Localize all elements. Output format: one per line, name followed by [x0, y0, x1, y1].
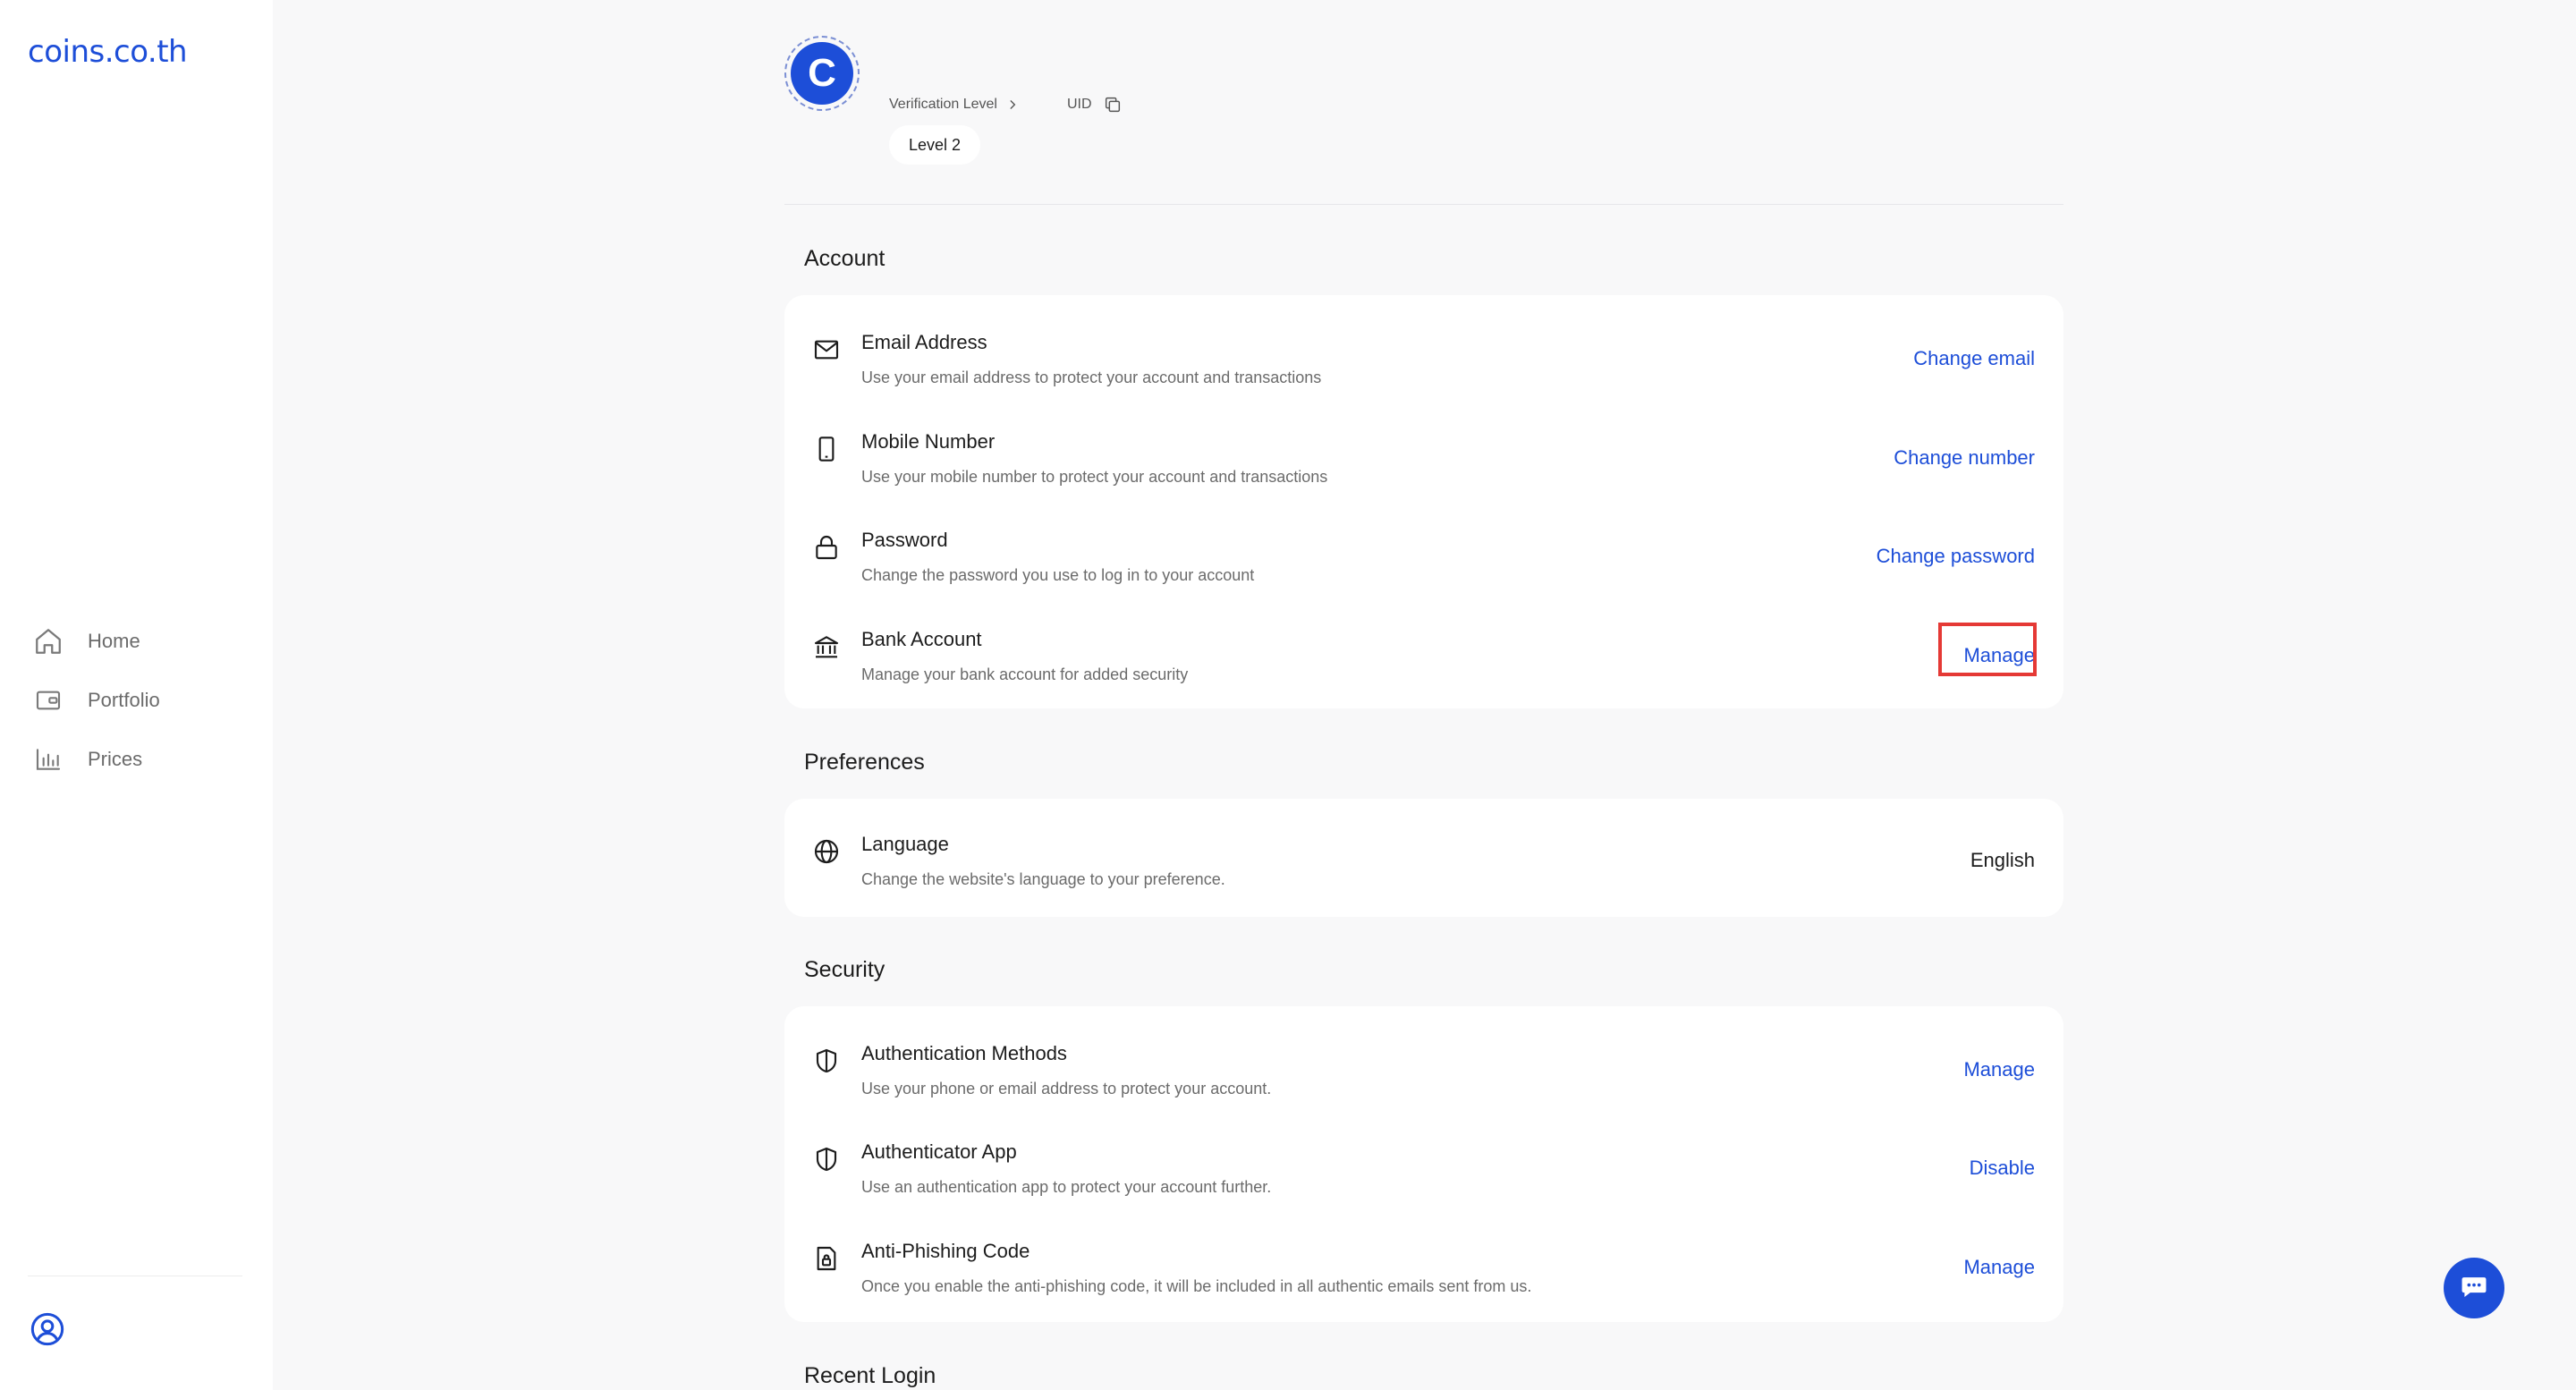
manage-bank-account-link[interactable]: Manage: [1963, 644, 2035, 667]
change-email-link[interactable]: Change email: [1913, 347, 2035, 370]
section-title-security: Security: [804, 957, 886, 982]
chevron-right-icon: [1006, 98, 1019, 111]
shield-icon: [811, 1144, 842, 1174]
row-title: Bank Account: [861, 628, 982, 650]
sidebar-nav: Home Portfolio Prices: [32, 612, 160, 789]
user-circle-icon: [30, 1312, 65, 1351]
row-password: Password Change the password you use to …: [784, 521, 2063, 620]
bank-icon: [811, 631, 842, 662]
lock-icon: [811, 532, 842, 563]
globe-icon: [811, 836, 842, 867]
row-title: Language: [861, 833, 949, 855]
verification-level-badge: Level 2: [889, 125, 981, 165]
row-description: Change the website's language to your pr…: [861, 870, 1225, 888]
sidebar-item-prices[interactable]: Prices: [32, 730, 160, 789]
disable-authenticator-link[interactable]: Disable: [1970, 1157, 2035, 1180]
change-password-link[interactable]: Change password: [1877, 545, 2035, 568]
avatar: C: [784, 36, 860, 111]
row-description: Once you enable the anti-phishing code, …: [861, 1277, 1532, 1295]
avatar-letter: C: [791, 42, 853, 105]
shield-icon: [811, 1046, 842, 1076]
row-authentication-methods: Authentication Methods Use your phone or…: [784, 1035, 2063, 1133]
sidebar-item-label: Home: [88, 630, 140, 652]
change-number-link[interactable]: Change number: [1894, 446, 2035, 470]
verification-row: Verification Level UID: [889, 95, 1123, 114]
copy-icon[interactable]: [1103, 95, 1123, 114]
verification-level-link[interactable]: Verification Level: [889, 97, 997, 113]
security-card: Authentication Methods Use your phone or…: [784, 1006, 2063, 1322]
row-anti-phishing: Anti-Phishing Code Once you enable the a…: [784, 1233, 2063, 1331]
doc-lock-icon: [811, 1243, 842, 1274]
preferences-card: Language Change the website's language t…: [784, 799, 2063, 917]
row-title: Anti-Phishing Code: [861, 1240, 1030, 1262]
wallet-icon: [32, 684, 64, 716]
sidebar-item-home[interactable]: Home: [32, 612, 160, 671]
header-divider: [784, 204, 2063, 205]
section-title-account: Account: [804, 246, 886, 271]
manage-anti-phishing-link[interactable]: Manage: [1963, 1256, 2035, 1279]
row-title: Password: [861, 529, 948, 551]
sidebar-item-portfolio[interactable]: Portfolio: [32, 671, 160, 730]
account-card: Email Address Use your email address to …: [784, 295, 2063, 708]
mail-icon: [811, 335, 842, 365]
chat-icon: [2459, 1271, 2489, 1306]
home-icon: [32, 625, 64, 657]
phone-icon: [811, 434, 842, 464]
language-selector[interactable]: English: [1970, 849, 2035, 872]
section-title-preferences: Preferences: [804, 750, 925, 775]
row-language: Language Change the website's language t…: [784, 826, 2063, 924]
row-description: Use your email address to protect your a…: [861, 369, 1322, 386]
manage-auth-methods-link[interactable]: Manage: [1963, 1058, 2035, 1081]
row-description: Use your mobile number to protect your a…: [861, 468, 1328, 486]
row-title: Authenticator App: [861, 1140, 1017, 1163]
sidebar: coins.co.th Home Portfolio Prices: [0, 0, 273, 1390]
row-description: Use an authentication app to protect you…: [861, 1178, 1272, 1196]
chart-icon: [32, 743, 64, 776]
row-email: Email Address Use your email address to …: [784, 324, 2063, 422]
profile-button[interactable]: [30, 1311, 65, 1347]
uid-label: UID: [1066, 97, 1092, 112]
row-bank-account: Bank Account Manage your bank account fo…: [784, 621, 2063, 719]
logo[interactable]: coins.co.th: [28, 34, 188, 70]
chat-button[interactable]: [2444, 1258, 2504, 1318]
row-title: Authentication Methods: [861, 1042, 1067, 1064]
sidebar-item-label: Prices: [88, 748, 143, 770]
sidebar-item-label: Portfolio: [88, 689, 160, 711]
row-mobile: Mobile Number Use your mobile number to …: [784, 423, 2063, 521]
row-authenticator-app: Authenticator App Use an authentication …: [784, 1133, 2063, 1232]
row-description: Use your phone or email address to prote…: [861, 1080, 1272, 1098]
row-description: Manage your bank account for added secur…: [861, 665, 1189, 683]
row-title: Mobile Number: [861, 430, 996, 453]
row-title: Email Address: [861, 331, 987, 353]
section-title-recent-login: Recent Login: [804, 1363, 936, 1388]
row-description: Change the password you use to log in to…: [861, 566, 1255, 584]
